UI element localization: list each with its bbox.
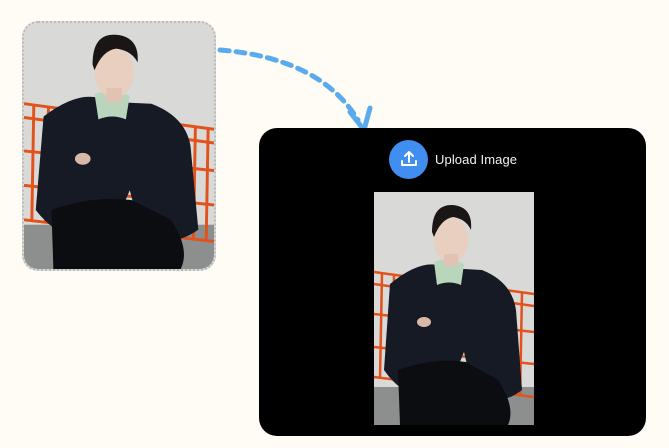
upload-icon	[389, 139, 428, 179]
upload-image-button[interactable]: Upload Image	[389, 139, 517, 179]
uploaded-image-preview	[374, 192, 534, 425]
person-photo	[24, 23, 214, 269]
source-photo-card[interactable]	[22, 21, 216, 271]
upload-image-label: Upload Image	[435, 151, 518, 167]
person-photo-preview	[374, 192, 534, 425]
upload-panel: Upload Image	[259, 128, 646, 436]
